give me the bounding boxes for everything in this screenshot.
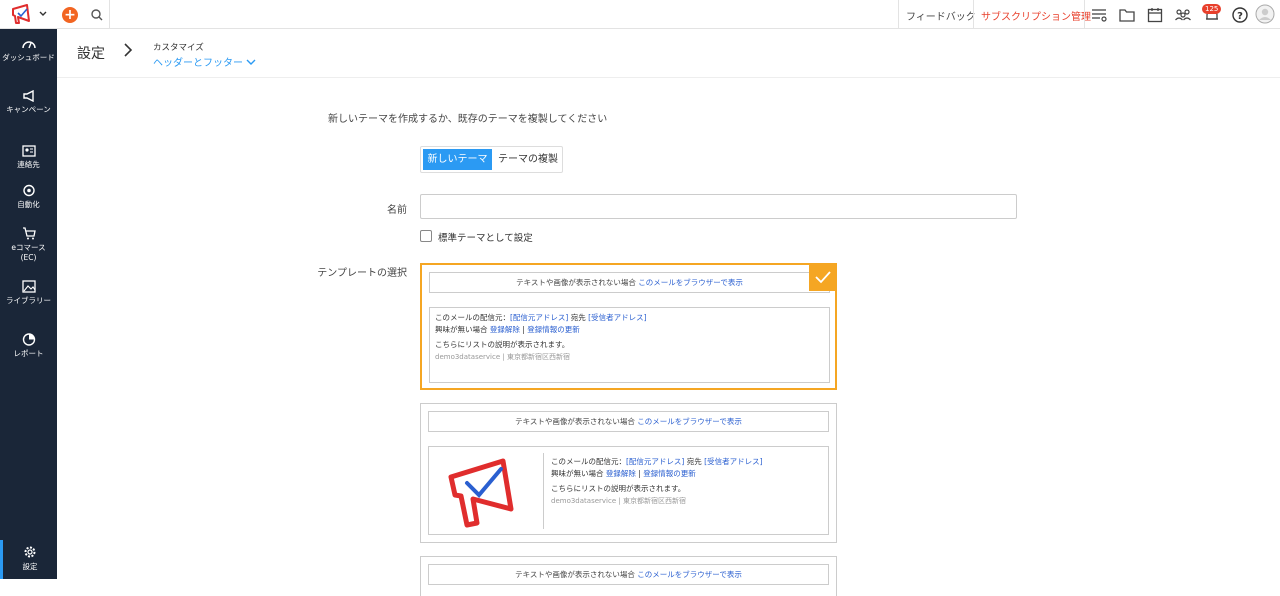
recipient-address-placeholder: [受信者アドレス]: [588, 313, 647, 322]
sender-postal-address: demo3dataservice | 東京都新宿区西新宿: [435, 353, 570, 361]
view-in-browser-link: このメールをブラウザーで表示: [637, 417, 742, 426]
automation-icon: [22, 184, 35, 197]
view-in-browser-text: テキストや画像が表示されない場合: [515, 570, 635, 579]
section-dropdown[interactable]: ヘッダーとフッター: [153, 54, 256, 69]
gear-icon: [24, 546, 36, 558]
default-theme-checkbox-label[interactable]: 標準テーマとして設定: [438, 230, 533, 244]
campaigns-logo-icon[interactable]: [10, 3, 48, 25]
template-option-with-logo[interactable]: テキストや画像が表示されない場合 このメールをブラウザーで表示 このメールの配信…: [420, 403, 837, 543]
sender-address-placeholder: [配信元アドレス]: [626, 457, 685, 466]
view-in-browser-bar: テキストや画像が表示されない場合 このメールをブラウザーで表示: [428, 411, 829, 432]
list-description: こちらにリストの説明が表示されます。: [435, 340, 570, 349]
divider: [898, 0, 899, 29]
view-in-browser-text: テキストや画像が表示されない場合: [516, 278, 636, 287]
divider: [1084, 0, 1085, 29]
recipient-label: 宛先: [570, 313, 586, 322]
notification-count-badge: 125: [1202, 4, 1222, 14]
user-avatar-icon[interactable]: [1255, 4, 1275, 24]
sidebar: ダッシュボード キャンペーン 連絡先 自動化 eコマース(EC) ライブラリー …: [0, 29, 57, 579]
chevron-down-icon: [246, 59, 256, 65]
sidebar-item-ecommerce[interactable]: eコマース(EC): [0, 227, 57, 263]
view-in-browser-bar: テキストや画像が表示されない場合 このメールをブラウザーで表示: [429, 272, 830, 293]
section-dropdown-label: ヘッダーとフッター: [153, 58, 243, 69]
brand-logo-icon: [448, 458, 514, 528]
sidebar-item-label: キャンペーン: [6, 105, 51, 114]
folder-icon[interactable]: [1118, 6, 1136, 24]
view-in-browser-link: このメールをブラウザーで表示: [637, 570, 742, 579]
sidebar-item-label: 自動化: [17, 200, 40, 209]
search-icon[interactable]: [89, 7, 105, 23]
sidebar-item-reports[interactable]: レポート: [0, 333, 57, 359]
feedback-link[interactable]: フィードバック: [906, 8, 976, 23]
sender-postal-address: demo3dataservice | 東京都新宿区西新宿: [551, 497, 686, 505]
new-theme-button[interactable]: 新しいテーマ: [423, 149, 492, 170]
sidebar-item-label: eコマース(EC): [11, 243, 46, 262]
sidebar-item-label: 連絡先: [17, 160, 40, 169]
link-separator: |: [638, 469, 641, 478]
default-theme-checkbox[interactable]: [420, 230, 432, 242]
divider: [543, 453, 544, 529]
sidebar-item-library[interactable]: ライブラリー: [0, 280, 57, 306]
create-new-button[interactable]: +: [62, 7, 78, 23]
divider: [973, 0, 974, 29]
selected-indicator: [809, 263, 837, 291]
sidebar-item-automation[interactable]: 自動化: [0, 184, 57, 210]
svg-text:?: ?: [1237, 11, 1243, 22]
list-description: こちらにリストの説明が表示されます。: [551, 484, 686, 493]
unsubscribe-link: 登録解除: [605, 469, 636, 478]
name-label: 名前: [387, 205, 407, 216]
sidebar-item-label: 設定: [22, 562, 38, 571]
sidebar-item-label: レポート: [13, 349, 44, 358]
view-in-browser-bar: テキストや画像が表示されない場合 このメールをブラウザーで表示: [428, 564, 829, 585]
calendar-icon[interactable]: [1146, 6, 1164, 24]
top-bar: + フィードバック サブスクリプション管理 125 ?: [0, 0, 1280, 29]
view-in-browser-link: このメールをブラウザーで表示: [638, 278, 743, 287]
sidebar-item-contacts[interactable]: 連絡先: [0, 145, 57, 170]
update-profile-link: 登録情報の更新: [643, 469, 696, 478]
template-option-3[interactable]: テキストや画像が表示されない場合 このメールをブラウザーで表示: [420, 556, 837, 596]
view-in-browser-text: テキストや画像が表示されない場合: [515, 417, 635, 426]
footer-preview: このメールの配信元：[配信元アドレス] 宛先 [受信者アドレス] 興味が無い場合…: [429, 307, 830, 383]
recipient-address-placeholder: [受信者アドレス]: [704, 457, 763, 466]
sidebar-item-label: ダッシュボード: [2, 53, 55, 62]
sender-address-placeholder: [配信元アドレス]: [510, 313, 569, 322]
dashboard-icon: [21, 41, 36, 49]
subscription-management-link[interactable]: サブスクリプション管理: [981, 8, 1091, 23]
unsubscribe-prefix: 興味が無い場合: [435, 325, 488, 334]
footer-preview-text: このメールの配信元：[配信元アドレス] 宛先 [受信者アドレス] 興味が無い場合…: [551, 456, 763, 507]
footer-preview-text: このメールの配信元：[配信元アドレス] 宛先 [受信者アドレス] 興味が無い場合…: [435, 312, 647, 363]
sidebar-item-campaigns[interactable]: キャンペーン: [0, 90, 57, 115]
help-icon[interactable]: ?: [1231, 6, 1249, 24]
pie-chart-icon: [22, 333, 35, 346]
divider: [109, 0, 110, 29]
image-library-icon: [21, 280, 36, 293]
cart-icon: [22, 227, 36, 240]
unsubscribe-prefix: 興味が無い場合: [551, 469, 604, 478]
sidebar-item-label: ライブラリー: [6, 296, 51, 305]
template-option-text-only[interactable]: テキストや画像が表示されない場合 このメールをブラウザーで表示 このメールの配信…: [420, 263, 837, 390]
sender-line-prefix: このメールの配信元：: [551, 457, 626, 466]
theme-mode-toggle: 新しいテーマ テーマの複製: [420, 146, 563, 173]
users-icon[interactable]: [1174, 6, 1192, 24]
megaphone-icon: [22, 90, 34, 102]
footer-preview: このメールの配信元：[配信元アドレス] 宛先 [受信者アドレス] 興味が無い場合…: [428, 446, 829, 535]
contact-card-icon: [21, 145, 36, 157]
breadcrumb-parent: カスタマイズ: [153, 43, 204, 53]
chevron-right-icon: [124, 43, 133, 57]
sidebar-item-dashboard[interactable]: ダッシュボード: [0, 38, 57, 63]
list-filter-icon[interactable]: [1090, 6, 1108, 24]
sender-line-prefix: このメールの配信元：: [435, 313, 510, 322]
name-input[interactable]: [420, 194, 1017, 219]
page-title[interactable]: 設定: [77, 43, 105, 63]
duplicate-theme-button[interactable]: テーマの複製: [494, 149, 562, 170]
sidebar-item-settings[interactable]: 設定: [0, 540, 57, 579]
recipient-label: 宛先: [686, 457, 702, 466]
unsubscribe-link: 登録解除: [489, 325, 520, 334]
breadcrumb: 設定 カスタマイズ ヘッダーとフッター: [57, 29, 1280, 78]
intro-text: 新しいテーマを作成するか、既存のテーマを複製してください: [328, 114, 608, 125]
update-profile-link: 登録情報の更新: [527, 325, 580, 334]
link-separator: |: [522, 325, 525, 334]
template-select-label: テンプレートの選択: [317, 268, 407, 279]
checkmark-icon: [815, 271, 831, 284]
